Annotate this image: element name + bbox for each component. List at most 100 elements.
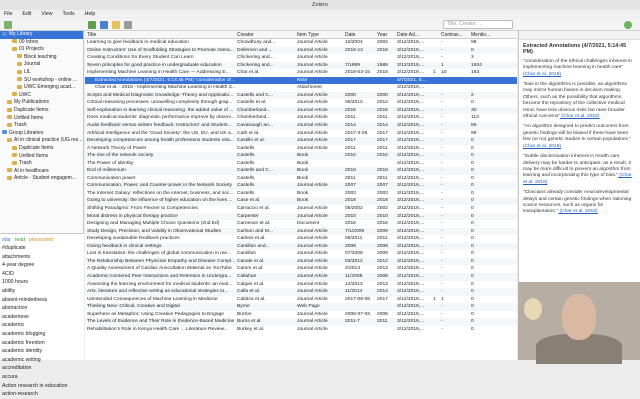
collection-item[interactable]: LIL [0,69,83,77]
collection-item[interactable]: Group Libraries [0,130,83,138]
tag-item[interactable]: academese [2,313,82,322]
column-header[interactable]: Date [343,31,375,38]
menu-view[interactable]: View [41,10,52,19]
table-row[interactable]: Shifting Paradigms: From Flexner to Comp… [85,205,517,213]
column-header[interactable]: Title [85,31,235,38]
tag-item[interactable]: abstraction [2,304,82,313]
collection-item[interactable]: Trash [0,160,83,168]
collection-item[interactable]: My Publications [0,99,83,107]
table-row[interactable]: Arts, literature and reflective writing … [85,288,517,296]
column-header[interactable]: Contras... [439,31,469,38]
collection-item[interactable]: UWC [0,92,83,100]
tag-item[interactable]: action-research [2,390,82,399]
collection-item[interactable]: 00 Inbox [0,39,83,47]
table-row[interactable]: Learning to give feedback in medical edu… [85,39,517,47]
tag-item[interactable]: 4CID [2,270,82,279]
table-row[interactable]: Char et al. - 2018 - Implementing Machin… [85,84,517,92]
tag-item[interactable]: academic freedom [2,339,82,348]
table-row[interactable]: Designing and Managing Multiple Choice Q… [85,220,517,228]
menu-file[interactable]: File [4,10,12,19]
table-row[interactable]: Developing competencies among health pro… [85,137,517,145]
note-citation-link[interactable]: (Char et al. 2018) [523,72,561,77]
collection-item[interactable]: UWC Emerging acad... [0,84,83,92]
tag-item[interactable]: academic blogging [2,330,82,339]
attachment-icon[interactable] [124,21,132,29]
note-citation-link[interactable]: (Char et al. 2018) [560,114,599,119]
column-header[interactable]: Mentio... [469,31,499,38]
menu-help[interactable]: Help [85,10,96,19]
collection-item[interactable]: Duplicate Items [0,107,83,115]
table-row[interactable]: The Internet Galaxy: reflections on the … [85,190,517,198]
column-header[interactable] [431,31,439,38]
tag-item[interactable]: accura [2,373,82,382]
collection-item[interactable]: SU workshop - online ... [0,77,83,85]
collection-item[interactable]: 01 Projects [0,46,83,54]
table-row[interactable]: Going to university: the influence of hi… [85,197,517,206]
tag-item[interactable]: academic [2,321,82,330]
menu-tools[interactable]: Tools [62,10,74,19]
tag-item[interactable]: academic writing [2,356,82,365]
tag-item[interactable]: 1000 hours [2,278,82,287]
table-row[interactable]: Implementing Machine Learning in Health … [85,69,517,77]
table-row[interactable]: Does medical students' diagnostic perfor… [85,114,517,122]
collection-item[interactable]: Trash [0,122,83,130]
column-header[interactable]: Year [375,31,395,38]
colored-tag[interactable]: star [2,237,11,243]
table-row[interactable]: Scripts and Medical Diagnostic Knowledge… [85,91,517,100]
note-citation-link[interactable]: (Char et al. 2018) [523,144,561,149]
table-row[interactable]: Rehabilitation's Role in Kenya Health Ca… [85,326,517,334]
collection-item[interactable]: AI in healthcare [0,168,83,176]
tag-item[interactable]: Action research in education [2,382,82,391]
table-row[interactable]: Moral distress in physical therapy pract… [85,212,517,221]
table-row[interactable]: Unintended Consequences of Machine Learn… [85,296,517,304]
table-row[interactable]: Creating Conditions So Every Student Can… [85,54,517,62]
table-row[interactable]: Seven principles for good practice in un… [85,61,517,70]
menu-edit[interactable]: Edit [22,10,31,19]
table-row[interactable]: Extracted Annotations (4/7/2021, 5:14:45… [85,76,517,85]
table-row[interactable]: Critical reasoning processes: unravellin… [85,99,517,107]
collection-item[interactable]: Duplicate Items [0,145,83,153]
table-row[interactable]: A Quality Assessment of Cardiac Ausculta… [85,265,517,273]
table-row[interactable]: Artificial Intelligence and the 'Good So… [85,130,517,138]
colored-tag[interactable]: read [15,237,25,243]
column-header[interactable]: Item Type [295,31,343,38]
table-row[interactable]: End of millennium Castells and C... Book 20… [85,167,517,175]
table-row[interactable]: Developing sustainable feedback practice… [85,235,517,243]
table-row[interactable]: Communication power Castells Book 2011 2011 3… [85,175,517,183]
table-row[interactable]: Audio feedback versus written feedback: … [85,122,517,130]
table-row[interactable]: Thinking New: Critical, Creative and Dig… [85,303,517,311]
table-row[interactable]: Superhero as Metaphor: Using Creative Pe… [85,311,517,319]
table-row[interactable]: Communication, Power, and Counter-power … [85,182,517,190]
column-header[interactable]: Creator [235,31,295,38]
table-row[interactable]: The Levels of Evidence and Their Role in… [85,318,517,326]
table-row[interactable]: Study Design, Precision, and Validity in… [85,227,517,236]
table-row[interactable]: Self-explanation in learning clinical re… [85,106,517,115]
table-row[interactable]: Lost in translation: the challenges of g… [85,250,517,258]
add-by-identifier-icon[interactable] [100,21,108,29]
new-collection-icon[interactable] [4,21,12,29]
table-row[interactable]: Online Instructors' Use of Scaffolding S… [85,46,517,55]
collection-item[interactable]: Unfiled Items [0,153,83,161]
table-row[interactable]: The Power of Identity Castells Book 3/12/20… [85,160,517,168]
tag-item[interactable]: attachments [2,253,82,262]
collection-item[interactable]: AI in clinical practice (UG res... [0,137,83,145]
collection-item[interactable]: My Library [0,31,83,39]
new-note-icon[interactable] [112,21,120,29]
table-row[interactable]: Assessing the learning environment for m… [85,281,517,289]
collection-item[interactable]: Block teaching [0,54,83,62]
column-header[interactable]: Date Ad... [395,31,431,38]
sync-icon[interactable] [624,21,632,29]
table-row[interactable]: Academic-Centered Peer Interactions and … [85,272,517,281]
table-row[interactable]: The rise of the network society Castells B… [85,152,517,160]
table-row[interactable]: The Relationship Between Physician Empat… [85,257,517,266]
tag-item[interactable]: 4-year degree [2,261,82,270]
collection-item[interactable]: Journal [0,61,83,69]
note-citation-link[interactable]: (Char et al. 2018) [558,209,598,214]
table-row[interactable]: A Network Theory of Power Castells Journal… [85,145,517,153]
new-item-icon[interactable] [88,21,96,29]
tag-item[interactable]: accreditation [2,364,82,373]
colored-tag[interactable]: processed [29,237,53,243]
collection-item[interactable]: Article - Student engagem... [0,175,83,183]
tag-item[interactable]: absent-mindedness [2,296,82,305]
search-input[interactable]: Title, Creator, ... [443,20,513,29]
